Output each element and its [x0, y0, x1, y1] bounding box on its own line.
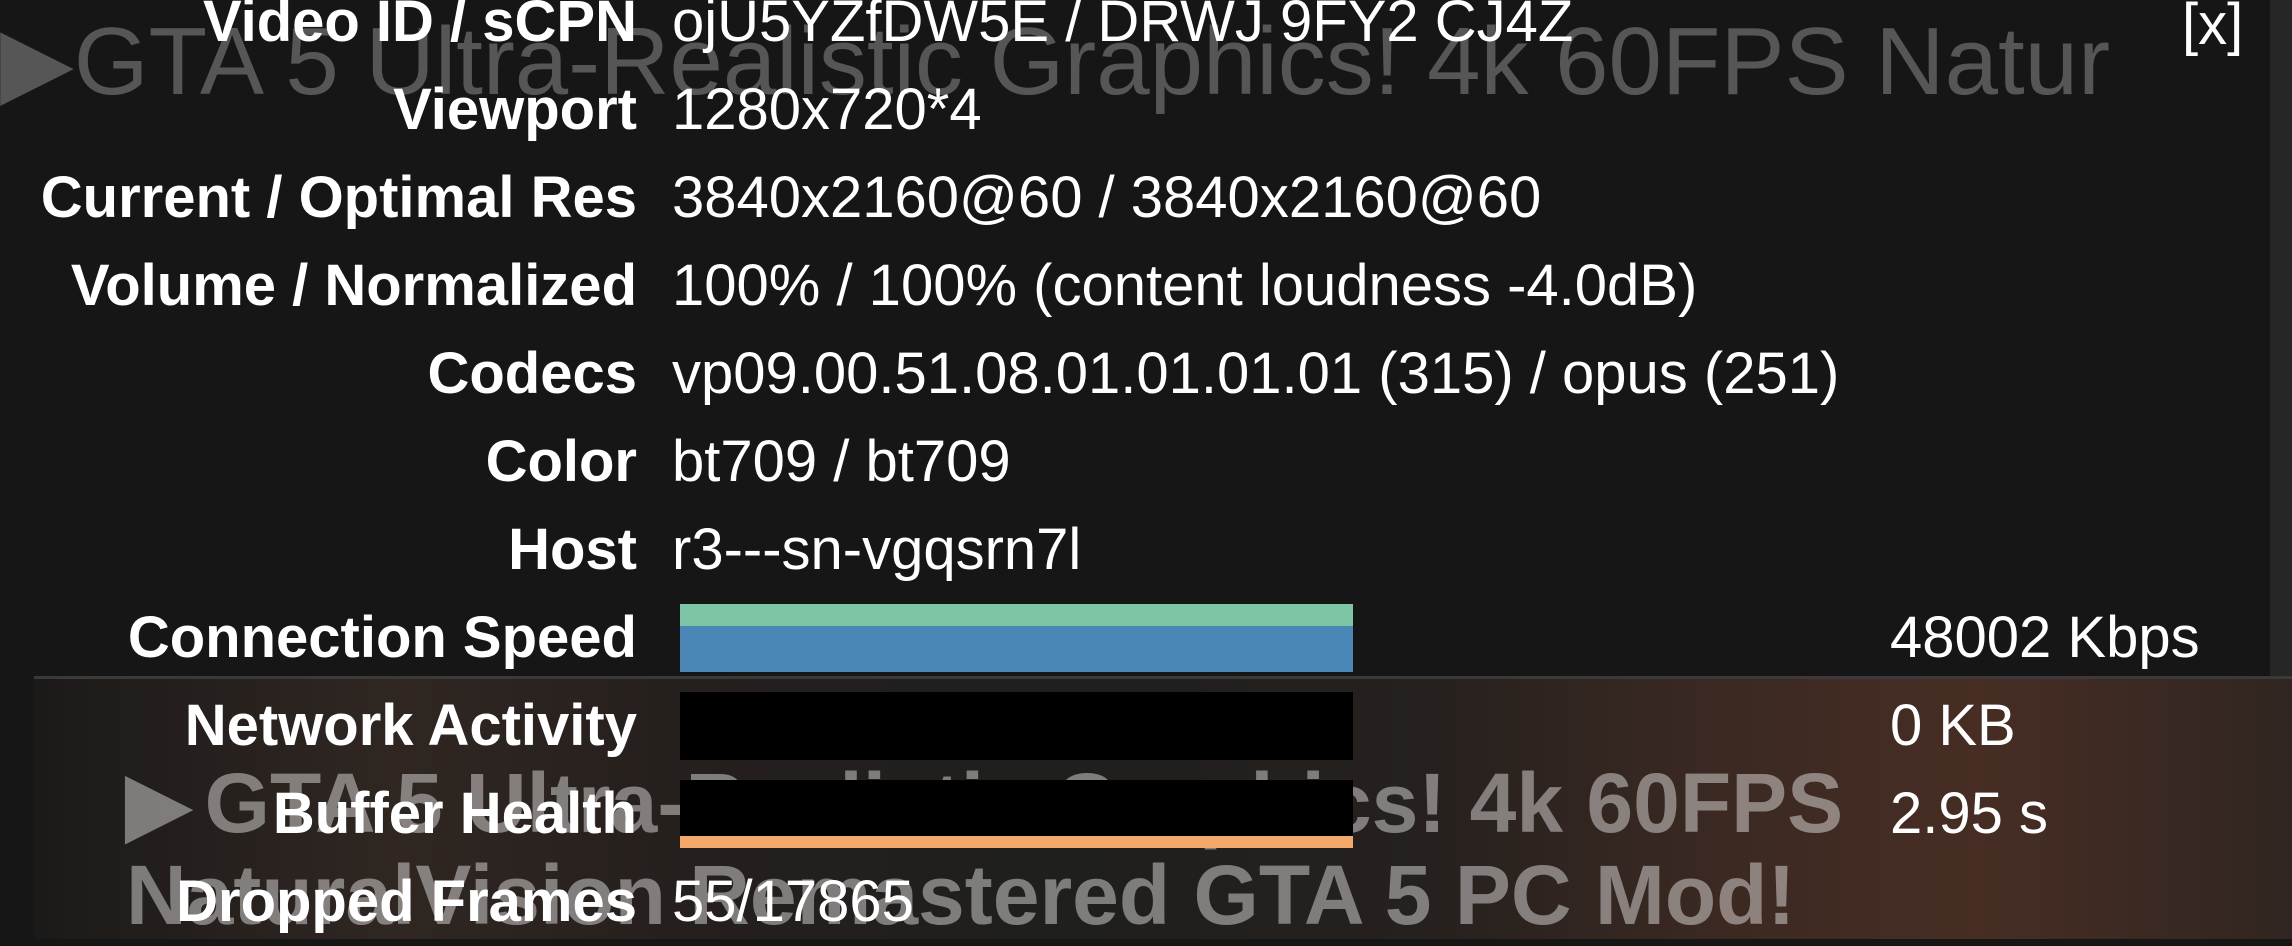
- stat-label: Current / Optimal Res: [40, 165, 637, 230]
- stat-label: Network Activity: [184, 693, 637, 758]
- stat-value: 1280x720*4: [672, 77, 982, 142]
- stat-label: Connection Speed: [127, 605, 637, 670]
- stat-label: Host: [508, 517, 637, 582]
- buffer-health-graph-line: [680, 836, 1353, 848]
- stat-row-dropped-frames: Dropped Frames 55/17865: [0, 858, 2292, 946]
- stat-label: Color: [485, 429, 637, 494]
- stat-value: r3---sn-vgqsrn7l: [672, 517, 1082, 582]
- connection-speed-graph-top: [680, 604, 1353, 626]
- buffer-health-graph: [680, 780, 1353, 848]
- stat-metric: 48002 Kbps: [1890, 605, 2200, 670]
- stats-for-nerds-panel: [x] Video ID / sCPN ojU5YZfDW5E / DRWJ 9…: [0, 0, 2292, 936]
- stat-row-resolution: Current / Optimal Res 3840x2160@60 / 384…: [0, 154, 2292, 242]
- stat-label: Volume / Normalized: [70, 253, 637, 318]
- stat-row-video-id: Video ID / sCPN ojU5YZfDW5E / DRWJ 9FY2 …: [0, 0, 2292, 66]
- stat-value: ojU5YZfDW5E / DRWJ 9FY2 CJ4Z: [672, 0, 1574, 54]
- stat-metric: 2.95 s: [1890, 781, 2048, 846]
- stat-metric: 0 KB: [1890, 693, 2016, 758]
- stat-label: Video ID / sCPN: [202, 0, 637, 54]
- stat-row-color: Color bt709 / bt709: [0, 418, 2292, 506]
- connection-speed-graph: [680, 604, 1353, 672]
- stat-row-buffer-health: Buffer Health 2.95 s: [0, 770, 2292, 858]
- stat-value: 55/17865: [672, 869, 914, 934]
- stat-value: vp09.00.51.08.01.01.01.01 (315) / opus (…: [672, 341, 1840, 406]
- stat-value: bt709 / bt709: [672, 429, 1011, 494]
- stat-row-network-activity: Network Activity 0 KB: [0, 682, 2292, 770]
- stat-row-codecs: Codecs vp09.00.51.08.01.01.01.01 (315) /…: [0, 330, 2292, 418]
- stat-label: Codecs: [427, 341, 637, 406]
- network-activity-graph: [680, 692, 1353, 760]
- stat-row-connection-speed: Connection Speed 48002 Kbps: [0, 594, 2292, 682]
- stat-row-volume: Volume / Normalized 100% / 100% (content…: [0, 242, 2292, 330]
- stat-row-viewport: Viewport 1280x720*4: [0, 66, 2292, 154]
- stat-value: 100% / 100% (content loudness -4.0dB): [672, 253, 1698, 318]
- stat-label: Buffer Health: [272, 781, 637, 846]
- stat-label: Dropped Frames: [176, 869, 637, 934]
- stat-value: 3840x2160@60 / 3840x2160@60: [672, 165, 1542, 230]
- stat-row-host: Host r3---sn-vgqsrn7l: [0, 506, 2292, 594]
- stat-label: Viewport: [393, 77, 637, 142]
